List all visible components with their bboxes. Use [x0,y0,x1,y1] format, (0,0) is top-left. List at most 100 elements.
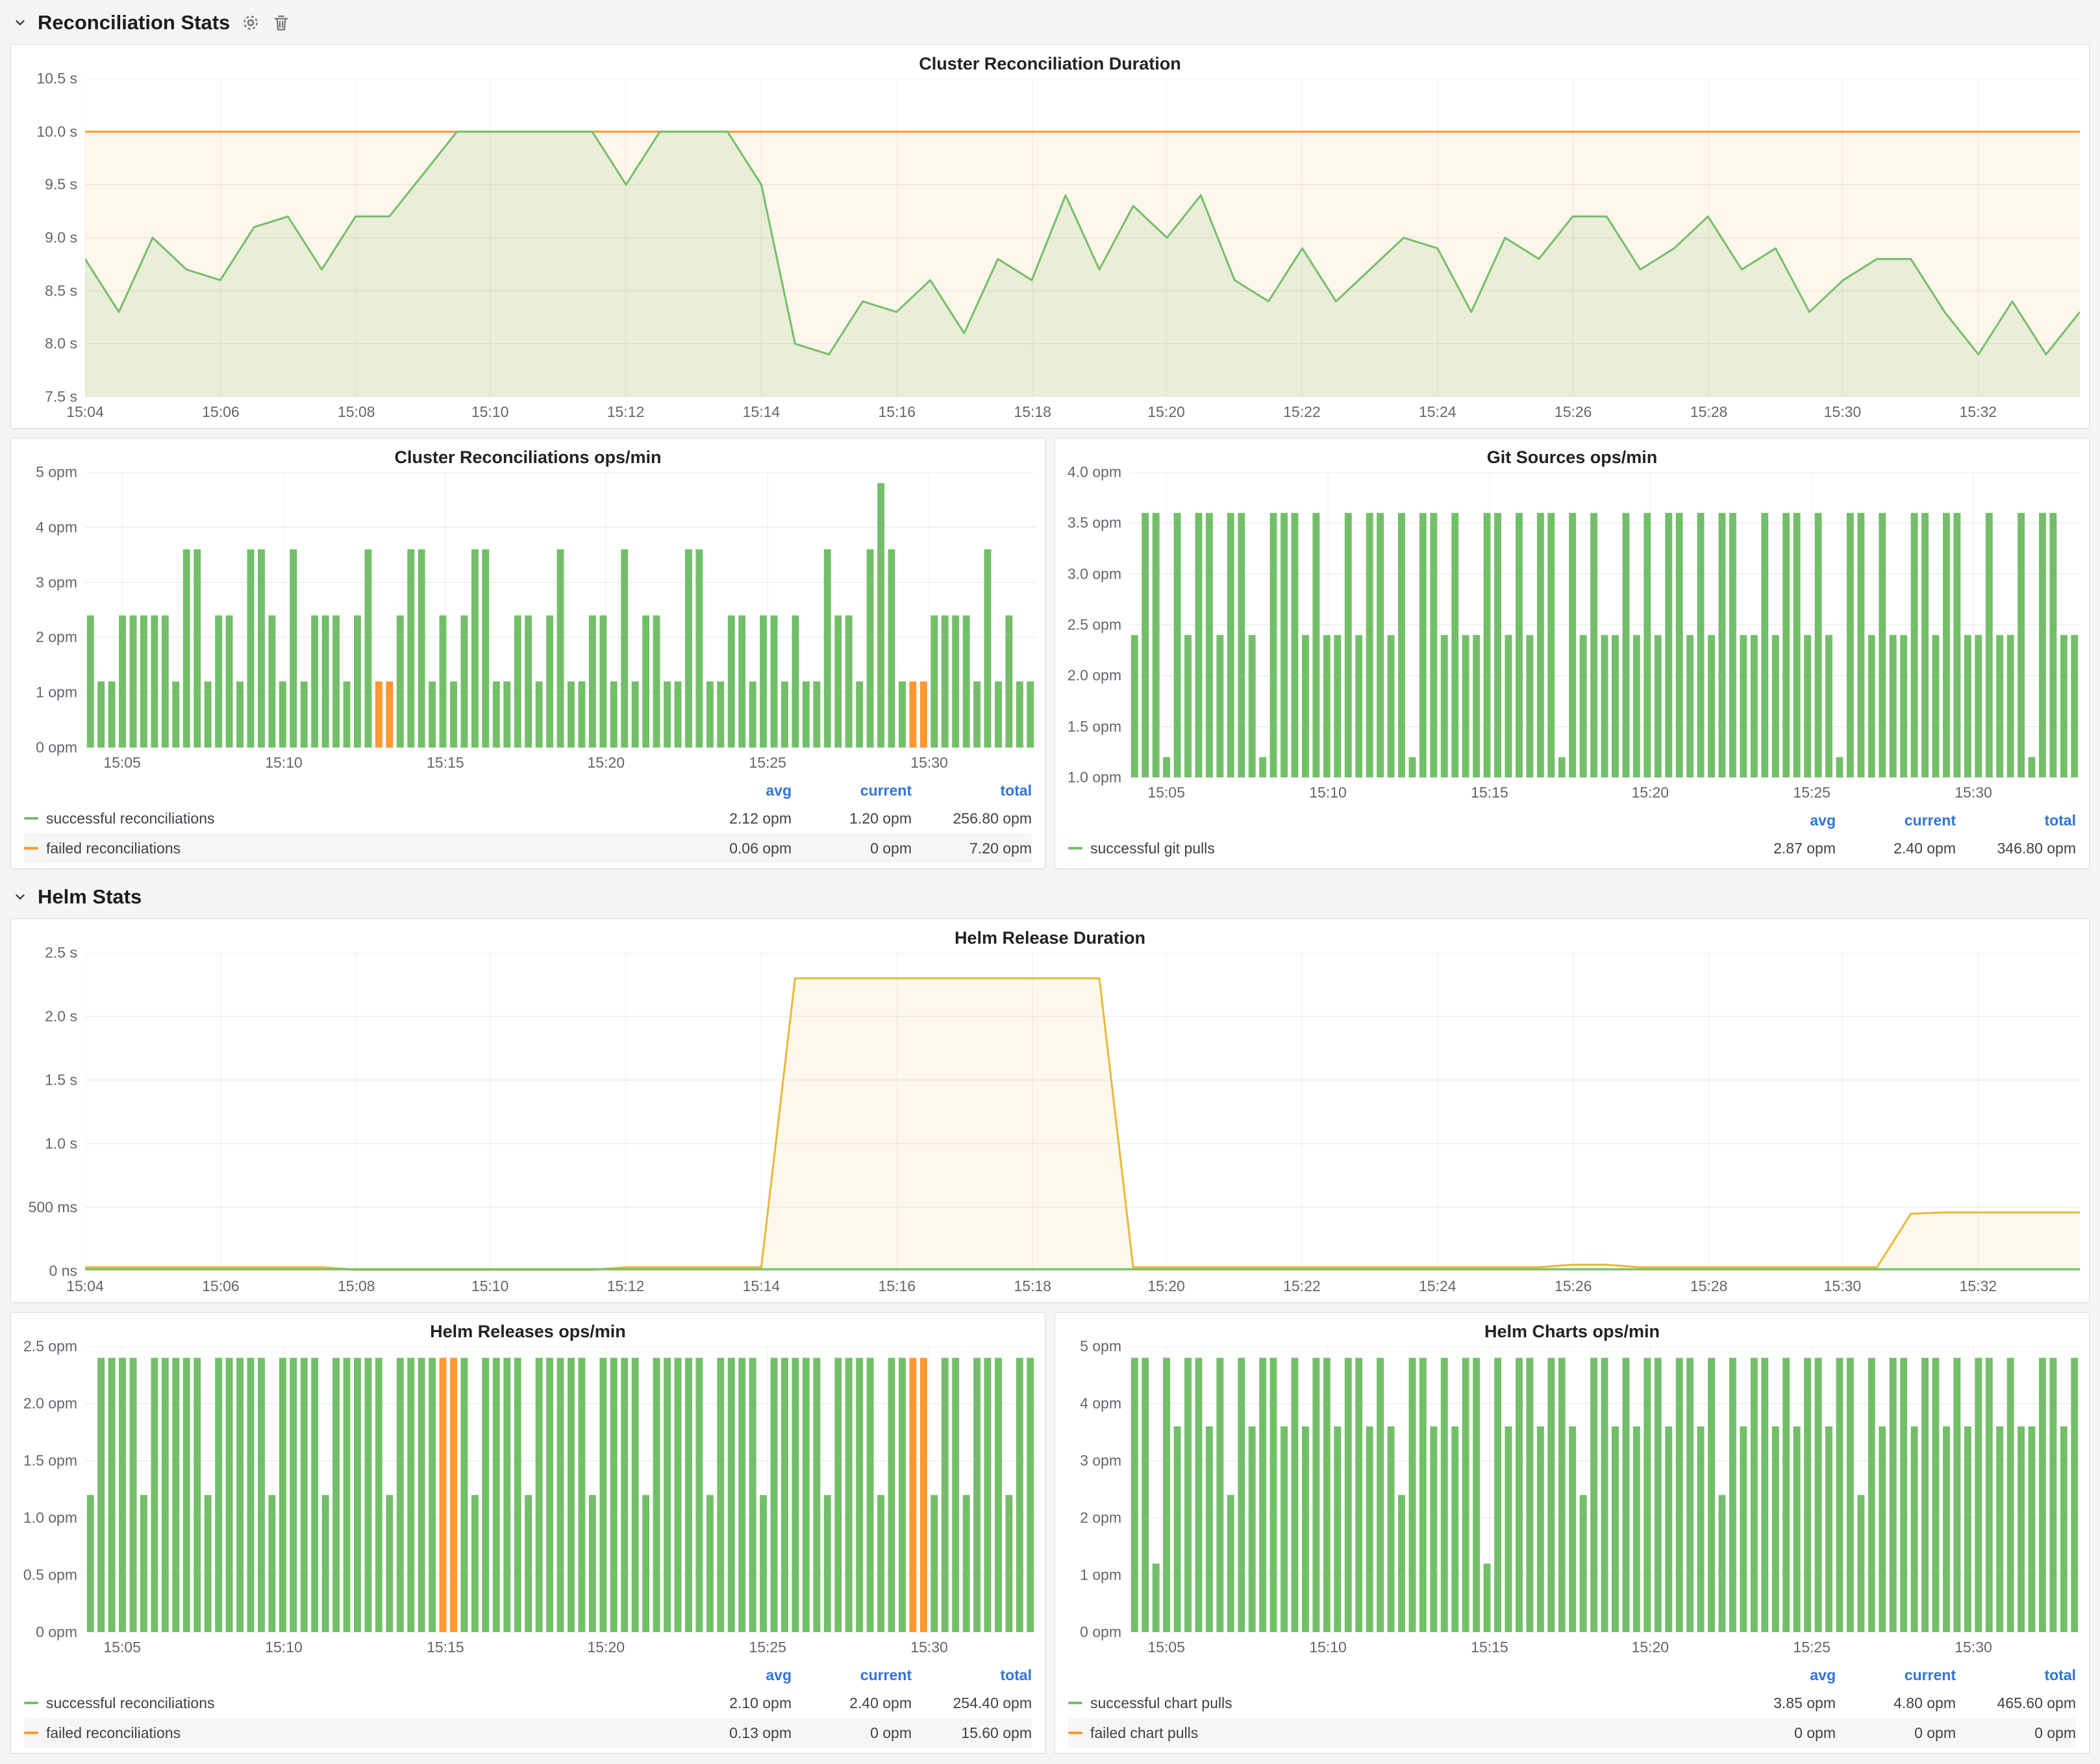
panel-title[interactable]: Helm Releases ops/min [20,1318,1036,1346]
bar [503,1358,510,1632]
bar [97,681,105,748]
bar [108,1358,116,1632]
bar [632,681,639,748]
bar [546,616,553,748]
chart-canvas[interactable] [1129,472,2080,777]
bar [1195,513,1203,777]
bar [1890,635,1897,777]
bar [1366,513,1373,777]
bar [931,616,938,748]
legend-col-avg[interactable]: avg [1716,812,1836,829]
bar [1601,635,1608,777]
trash-icon[interactable] [271,13,291,32]
bar [1537,1426,1544,1632]
legend-col-total[interactable]: total [1956,812,2076,829]
legend-series-label[interactable]: failed reconciliations [24,840,671,857]
bar [845,1358,853,1632]
bar [845,616,853,748]
bar [493,1358,500,1632]
legend-stat-value: 2.40 opm [792,1695,912,1712]
section-header-helm-stats[interactable]: Helm Stats [10,879,2090,914]
series-area [85,978,2080,1271]
bar [1740,1426,1747,1632]
legend-series-label[interactable]: successful chart pulls [1068,1695,1716,1712]
bar [1462,635,1469,777]
bar [1516,513,1523,777]
chart-canvas[interactable] [85,1346,1036,1632]
legend-col-current[interactable]: current [792,782,912,800]
panel-title[interactable]: Cluster Reconciliation Duration [20,50,2080,79]
bar [771,616,778,748]
bar [1782,1358,1790,1632]
bar [1633,635,1640,777]
panel-title[interactable]: Helm Charts ops/min [1064,1318,2080,1346]
cluster-reconciliation-duration-chart[interactable] [85,79,2080,397]
chart-canvas[interactable] [85,472,1036,748]
helm-charts-opm-chart[interactable] [1129,1346,2080,1632]
bar [2018,1426,2025,1632]
legend-stat-value: 1.20 opm [792,810,912,827]
bar [130,1358,137,1632]
legend-series-label[interactable]: successful reconciliations [24,810,671,827]
section-header-reconciliation-stats[interactable]: Reconciliation Stats [10,5,2090,40]
chevron-down-icon[interactable] [13,16,27,30]
legend-col-total[interactable]: total [912,782,1032,800]
bar [1131,1358,1138,1632]
panel-title[interactable]: Cluster Reconciliations ops/min [20,444,1036,472]
bar [717,1358,724,1632]
legend-series-label[interactable]: successful reconciliations [24,1695,671,1712]
bar [1334,635,1341,777]
bar [1419,513,1427,777]
bar [1312,513,1319,777]
bar [824,549,831,748]
bar [1409,1358,1416,1632]
panel-title[interactable]: Helm Release Duration [20,924,2080,953]
y-axis: 0 ns500 ms1.0 s1.5 s2.0 s2.5 s [20,953,85,1271]
legend-stat-value: 465.60 opm [1956,1695,2076,1712]
chevron-down-icon[interactable] [13,890,27,904]
panel-title[interactable]: Git Sources ops/min [1064,444,2080,472]
gear-icon[interactable] [240,12,261,33]
git-sources-opm-chart[interactable] [1129,472,2080,777]
legend-col-current[interactable]: current [1836,1667,1956,1684]
bar [1943,513,1950,777]
bar [1751,635,1758,777]
chart-canvas[interactable] [1129,1346,2080,1632]
bar [450,1358,457,1632]
bar [1815,513,1822,777]
x-tick-label: 15:10 [471,403,509,421]
legend-col-total[interactable]: total [912,1667,1032,1684]
bar [440,616,447,748]
bar [749,1358,756,1632]
bar [194,549,201,748]
x-tick-label: 15:05 [1147,784,1185,801]
legend-col-current[interactable]: current [792,1667,912,1684]
legend-col-current[interactable]: current [1836,812,1956,829]
legend-series-label[interactable]: failed chart pulls [1068,1724,1716,1742]
legend-series-label[interactable]: failed reconciliations [24,1724,671,1742]
legend-row: failed reconciliations0.06 opm0 opm7.20 … [24,833,1032,863]
helm-release-duration-chart[interactable] [85,953,2080,1271]
legend-col-avg[interactable]: avg [671,1667,792,1684]
legend-series-label[interactable]: successful git pulls [1068,840,1716,857]
bar [1473,1358,1480,1632]
y-axis: 0 opm1 opm2 opm3 opm4 opm5 opm [20,472,85,748]
chart-canvas[interactable] [85,953,2080,1271]
legend-stat-value: 0.13 opm [671,1724,792,1742]
cluster-reconciliations-opm-chart[interactable] [85,472,1036,748]
bar [1323,1358,1331,1632]
helm-releases-opm-chart[interactable] [85,1346,1036,1632]
chart-area: 1.0 opm1.5 opm2.0 opm2.5 opm3.0 opm3.5 o… [1064,472,2080,805]
bar [2029,1426,2036,1632]
x-tick-label: 15:12 [607,403,645,421]
x-tick-label: 15:15 [1471,784,1508,801]
y-axis: 0 opm1 opm2 opm3 opm4 opm5 opm [1064,1346,1129,1632]
chart-canvas[interactable] [85,79,2080,397]
legend-col-total[interactable]: total [1956,1667,2076,1684]
bar [1623,1358,1630,1632]
x-tick-label: 15:06 [202,403,240,421]
legend-col-avg[interactable]: avg [671,782,792,800]
y-tick-label: 0 opm [36,739,77,757]
bar [2018,513,2025,777]
legend-col-avg[interactable]: avg [1716,1667,1836,1684]
